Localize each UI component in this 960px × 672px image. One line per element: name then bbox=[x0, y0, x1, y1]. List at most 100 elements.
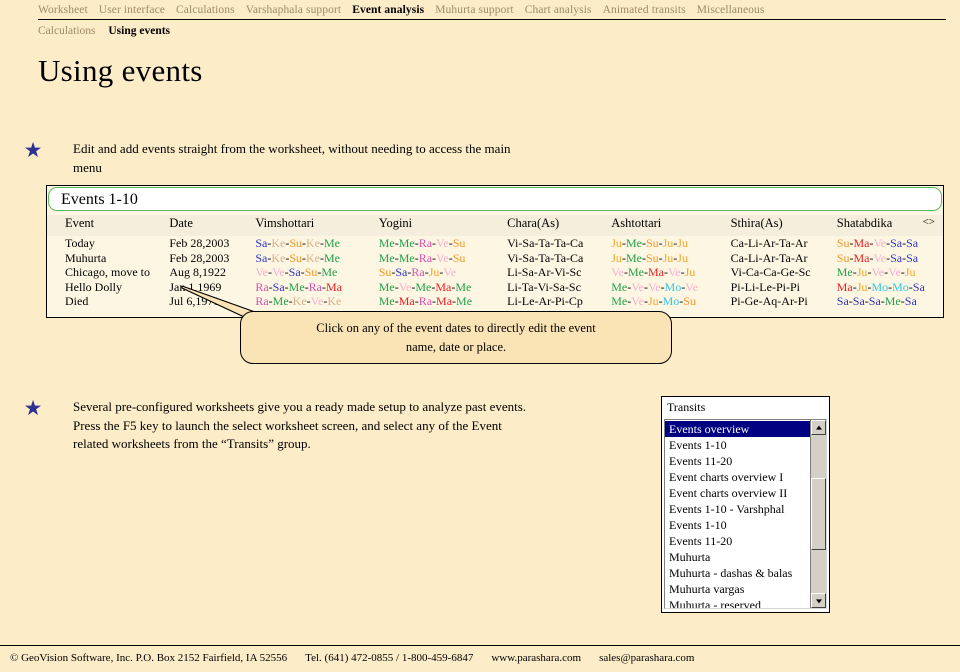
cell-shatabdika: Me-Ju-Ve-Ve-Ju bbox=[836, 265, 943, 280]
planet-Sa: Sa bbox=[868, 294, 881, 308]
callout-line-2: name, date or place. bbox=[405, 340, 507, 354]
table-row: Hello Dolly Jan 1,1969 Ra-Sa-Me-Ra-Ma Me-Ve… bbox=[47, 279, 943, 294]
cell-event-date[interactable]: Feb 28,2003 bbox=[169, 236, 256, 251]
planet-Ve: Ve bbox=[647, 279, 661, 294]
planet-Su: Su bbox=[836, 236, 850, 250]
cell-sthira: Ca-Li-Ar-Ta-Ar bbox=[730, 250, 837, 265]
planet-Sa: Sa bbox=[288, 265, 301, 279]
cell-event-date[interactable]: Jan 1,1969 bbox=[169, 279, 256, 294]
planet-Cp: Cp bbox=[568, 294, 583, 308]
expand-collapse-icon[interactable]: <> bbox=[923, 216, 935, 228]
planet-Ke: Ke bbox=[306, 250, 320, 265]
list-item[interactable]: Events 1-10 bbox=[665, 437, 826, 453]
transits-panel: Transits Events overview Events 1-10 Event… bbox=[661, 396, 830, 613]
cell-event-name[interactable]: Hello Dolly bbox=[47, 279, 170, 294]
table-row: Today Feb 28,2003 Sa-Ke-Su-Ke-Me Me-Me-Ra-V… bbox=[47, 236, 943, 251]
planet-Su: Su bbox=[304, 265, 318, 279]
planet-Pi: Pi bbox=[730, 279, 741, 294]
planet-Ju: Ju bbox=[856, 265, 868, 279]
list-item[interactable]: Events 11-20 bbox=[665, 453, 826, 469]
footer-divider bbox=[0, 645, 960, 646]
transits-listbox[interactable]: Events overview Events 1-10 Events 11-20 Ev… bbox=[664, 419, 827, 609]
planet-Mo: Mo bbox=[871, 279, 889, 294]
planet-Me: Me bbox=[625, 236, 642, 250]
planet-Mo: Mo bbox=[664, 279, 682, 294]
footer: © GeoVision Software, Inc. P.O. Box 2152… bbox=[10, 652, 712, 664]
chevron-up-icon bbox=[815, 425, 822, 430]
planet-Me: Me bbox=[455, 279, 472, 294]
nav-item-varshaphala-support[interactable]: Varshaphala support bbox=[246, 4, 341, 16]
planet-Ke: Ke bbox=[327, 294, 342, 308]
nav-item-muhurta-support[interactable]: Muhurta support bbox=[435, 4, 513, 16]
list-item[interactable]: Events overview bbox=[665, 421, 811, 437]
planet-Ta: Ta bbox=[554, 236, 567, 250]
col-header-chara: Chara(As) bbox=[507, 215, 612, 236]
nav-item-animated-transits[interactable]: Animated transits bbox=[603, 4, 686, 16]
list-item[interactable]: Muhurta - reserved bbox=[665, 597, 826, 608]
planet-Ke: Ke bbox=[271, 250, 286, 265]
planet-Me: Me bbox=[324, 236, 340, 250]
planet-Ca: Ca bbox=[570, 236, 584, 250]
planet-Me: Me bbox=[398, 250, 415, 265]
planet-Ve: Ve bbox=[271, 265, 285, 279]
planet-Vi: Vi bbox=[537, 279, 549, 294]
cell-yogini: Me-Ve-Me-Ma-Me bbox=[378, 279, 508, 294]
nav-item-event-analysis[interactable]: Event analysis bbox=[352, 4, 424, 16]
cell-event-name[interactable]: Died bbox=[47, 294, 170, 309]
planet-Sa: Sa bbox=[852, 294, 865, 308]
scroll-up-button[interactable] bbox=[811, 420, 826, 435]
nav-item-miscellaneous[interactable]: Miscellaneous bbox=[697, 4, 765, 16]
nav-item-worksheet[interactable]: Worksheet bbox=[38, 4, 88, 16]
planet-Su: Su bbox=[683, 294, 696, 308]
planet-Ta: Ta bbox=[779, 236, 791, 250]
planet-Ju: Ju bbox=[662, 236, 674, 250]
nav-item-chart-analysis[interactable]: Chart analysis bbox=[525, 4, 592, 16]
planet-Li: Li bbox=[744, 279, 756, 294]
scrollbar-thumb[interactable] bbox=[811, 478, 826, 550]
planet-Su: Su bbox=[378, 265, 392, 279]
breadcrumb-parent[interactable]: Calculations bbox=[38, 25, 96, 37]
col-header-shatabdika-label: Shatabdika bbox=[836, 216, 893, 230]
list-item[interactable]: Event charts overview II bbox=[665, 485, 826, 501]
cell-yogini: Me-Me-Ra-Ve-Su bbox=[378, 236, 508, 251]
list-item[interactable]: Event charts overview I bbox=[665, 469, 826, 485]
list-item[interactable]: Muhurta vargas bbox=[665, 581, 826, 597]
events-grid-wrap: Event Date Vimshottari Yogini Chara(As) … bbox=[47, 212, 943, 317]
table-row: Muhurta Feb 28,2003 Sa-Ke-Su-Ke-Me Me-Me-Ra… bbox=[47, 250, 943, 265]
planet-Sc: Sc bbox=[568, 279, 581, 294]
planet-Me: Me bbox=[398, 236, 415, 250]
cell-event-date[interactable]: Jul 6,1971 bbox=[169, 294, 256, 309]
callout-bubble: Click on any of the event dates to direc… bbox=[240, 311, 672, 364]
list-item[interactable]: Events 1-10 bbox=[665, 517, 826, 533]
planet-Sa: Sa bbox=[395, 265, 408, 279]
planet-Ma: Ma bbox=[853, 250, 870, 265]
planet-Sa: Sa bbox=[912, 279, 925, 294]
cell-event-name[interactable]: Chicago, move to bbox=[47, 265, 170, 280]
nav-item-user-interface[interactable]: User interface bbox=[99, 4, 165, 16]
planet-Ve: Ve bbox=[873, 236, 887, 250]
cell-event-name[interactable]: Muhurta bbox=[47, 250, 170, 265]
list-item[interactable]: Muhurta - dashas & balas bbox=[665, 565, 826, 581]
events-table: Event Date Vimshottari Yogini Chara(As) … bbox=[47, 215, 943, 309]
planet-Ve: Ve bbox=[398, 279, 412, 294]
planet-Vi: Vi bbox=[554, 265, 566, 279]
planet-Ve: Ve bbox=[667, 265, 681, 279]
cell-event-name[interactable]: Today bbox=[47, 236, 170, 251]
planet-Ve: Ve bbox=[310, 294, 324, 308]
cell-event-date[interactable]: Feb 28,2003 bbox=[169, 250, 256, 265]
planet-Ke: Ke bbox=[271, 236, 286, 250]
transits-label: Transits bbox=[662, 397, 829, 419]
col-header-sthira: Sthira(As) bbox=[730, 215, 837, 236]
scroll-down-button[interactable] bbox=[811, 593, 826, 608]
planet-Ve: Ve bbox=[436, 250, 449, 265]
planet-Mo: Mo bbox=[662, 294, 680, 308]
list-item[interactable]: Events 1-10 - Varshphal bbox=[665, 501, 826, 517]
list-item[interactable]: Events 11-20 bbox=[665, 533, 826, 549]
planet-Ju: Ju bbox=[677, 236, 688, 250]
cell-chara: Li-Le-Ar-Pi-Cp bbox=[507, 294, 612, 309]
nav-item-calculations[interactable]: Calculations bbox=[176, 4, 235, 16]
col-header-shatabdika: Shatabdika <> bbox=[836, 215, 943, 236]
cell-event-date[interactable]: Aug 8,1922 bbox=[169, 265, 256, 280]
list-item[interactable]: Muhurta bbox=[665, 549, 826, 565]
listbox-scrollbar[interactable] bbox=[810, 420, 826, 608]
